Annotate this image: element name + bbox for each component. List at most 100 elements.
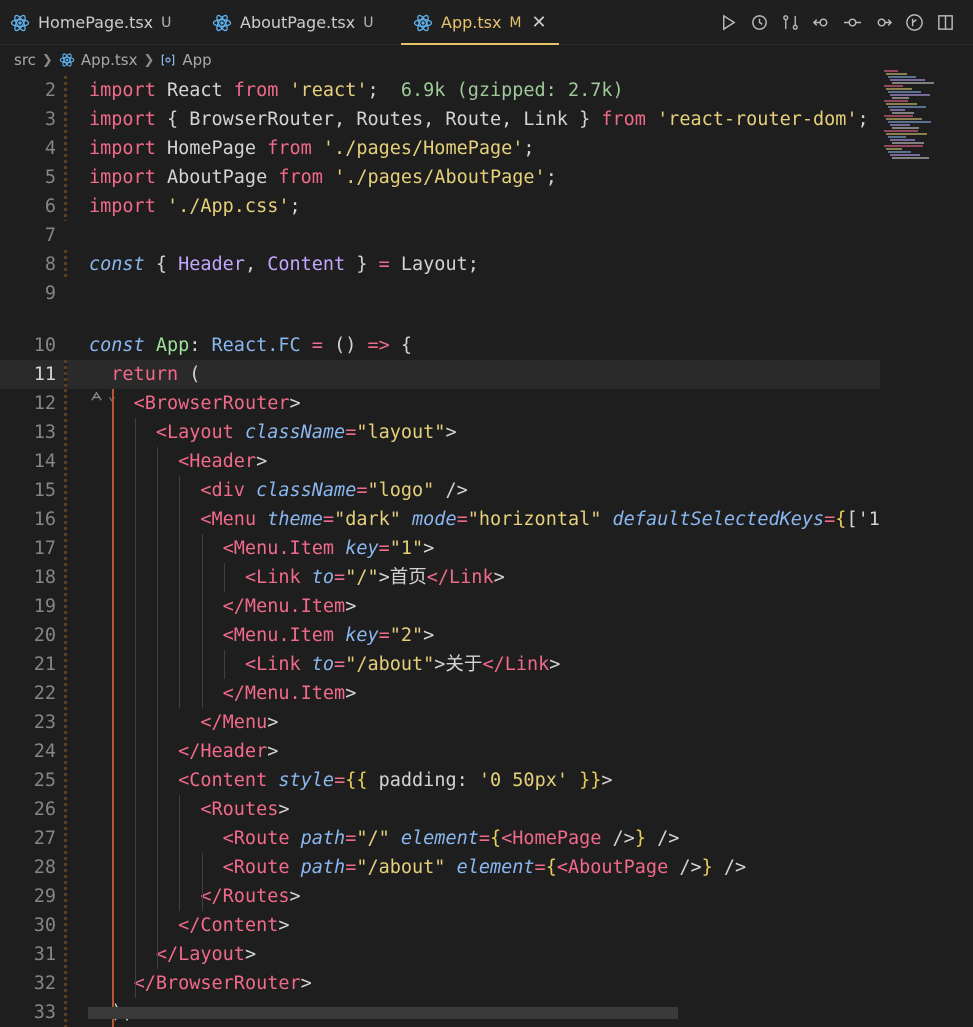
code-text: <Routes> xyxy=(89,795,289,824)
code-line[interactable]: 24 </Header> xyxy=(0,737,880,766)
indent-guide xyxy=(223,650,225,679)
code-token: className xyxy=(256,480,357,501)
split-editor-icon[interactable] xyxy=(936,13,955,32)
run-icon[interactable] xyxy=(719,13,738,32)
code-line[interactable]: 3 import { BrowserRouter, Routes, Route, … xyxy=(0,105,880,134)
code-line[interactable]: 16 <Menu theme="dark" mode="horizontal" … xyxy=(0,505,880,534)
breadcrumb-file[interactable]: App.tsx xyxy=(81,51,138,69)
code-token: Layout; xyxy=(400,254,479,275)
code-line[interactable]: 23 </Menu> xyxy=(0,708,880,737)
code-text: <Layout className="layout"> xyxy=(89,418,457,447)
code-token: = xyxy=(345,828,357,849)
minimap-line xyxy=(886,148,902,150)
code-line[interactable]: 30 </Content> xyxy=(0,911,880,940)
code-line[interactable]: 11 return ( xyxy=(0,360,880,389)
indent-guide xyxy=(179,476,181,708)
code-line[interactable]: 8 const { Header, Content } = Layout; xyxy=(0,250,880,279)
code-token: ['1 xyxy=(846,509,880,530)
commit-icon[interactable] xyxy=(843,13,862,32)
git-graph-icon[interactable] xyxy=(905,13,924,32)
code-token: "/" xyxy=(356,828,401,849)
code-token: /> xyxy=(679,857,702,878)
code-editor[interactable]: ⌄ 2import React from 'react'; 6.9k (gzip… xyxy=(0,76,973,1027)
go-forward-icon[interactable] xyxy=(874,13,893,32)
code-line[interactable]: 29 </Routes> xyxy=(0,882,880,911)
close-icon[interactable]: ✕ xyxy=(532,12,547,33)
minimap-line xyxy=(888,136,906,138)
breadcrumb-folder[interactable]: src xyxy=(14,51,36,69)
code-line[interactable]: 25 <Content style={{ padding: '0 50px' }… xyxy=(0,766,880,795)
minimap-line xyxy=(892,82,934,84)
code-token: './pages/HomePage' xyxy=(322,138,524,159)
minimap-line xyxy=(890,154,920,156)
breadcrumb: src ❯ App.tsx ❯ App xyxy=(14,47,212,73)
code-text: </Routes> xyxy=(89,882,300,911)
code-line[interactable]: 21 <Link to="/about">关于</Link> xyxy=(0,650,880,679)
code-token: </Menu xyxy=(200,712,268,733)
tab-aboutpage[interactable]: AboutPage.tsx U xyxy=(212,0,373,45)
git-change-marker xyxy=(64,389,67,1027)
code-line[interactable]: 31 </Layout> xyxy=(0,940,880,969)
code-line[interactable]: 5 import AboutPage from './pages/AboutPag… xyxy=(0,163,880,192)
minimap-line xyxy=(890,109,905,111)
code-token: "logo" xyxy=(367,480,435,501)
code-line[interactable]: 22 </Menu.Item> xyxy=(0,679,880,708)
code-line[interactable]: 7 xyxy=(0,221,880,250)
code-token: element xyxy=(456,857,535,878)
code-token: {{ xyxy=(345,770,379,791)
code-line[interactable]: 17 <Menu.Item key="1"> xyxy=(0,534,880,563)
code-token: <HomePage xyxy=(501,828,613,849)
code-line[interactable]: 9 xyxy=(0,279,880,308)
compare-icon[interactable] xyxy=(781,13,800,32)
code-token: theme xyxy=(267,509,323,530)
code-line[interactable]: 14 <Header> xyxy=(0,447,880,476)
horizontal-scrollbar[interactable] xyxy=(88,1007,678,1019)
code-line[interactable]: 28 <Route path="/about" element={<AboutP… xyxy=(0,853,880,882)
git-change-marker xyxy=(64,360,67,389)
code-line[interactable]: 6 import './App.css'; xyxy=(0,192,880,221)
code-token: </Link xyxy=(482,654,550,675)
code-token: > xyxy=(549,654,561,675)
code-line[interactable]: 26 <Routes> xyxy=(0,795,880,824)
code-line[interactable]: 18 <Link to="/">首页</Link> xyxy=(0,563,880,592)
tab-app[interactable]: App.tsx M ✕ xyxy=(401,0,559,45)
code-token: './App.css' xyxy=(166,196,290,217)
code-token: <Content xyxy=(178,770,279,791)
code-line[interactable]: 13 <Layout className="layout"> xyxy=(0,418,880,447)
line-number: 21 xyxy=(33,654,56,675)
code-text: </Header> xyxy=(89,737,278,766)
line-number: 31 xyxy=(33,944,56,965)
code-token: <Menu.Item xyxy=(222,538,346,559)
tab-homepage[interactable]: HomePage.tsx U xyxy=(10,0,171,45)
code-token: import xyxy=(89,196,167,217)
code-token: const xyxy=(89,254,156,275)
code-line[interactable]: 27 <Route path="/" element={<HomePage />… xyxy=(0,824,880,853)
code-line[interactable]: 19 </Menu.Item> xyxy=(0,592,880,621)
code-line[interactable]: 10 const App: React.FC = () => { xyxy=(0,331,880,360)
code-line[interactable]: 32 </BrowserRouter> xyxy=(0,969,880,998)
minimap-line xyxy=(884,115,913,117)
code-line[interactable]: 2 import React from 'react'; 6.9k (gzippe… xyxy=(0,76,880,105)
code-text: </Menu.Item> xyxy=(89,679,357,708)
react-icon xyxy=(10,14,30,31)
indent-guide xyxy=(201,853,203,911)
code-line[interactable]: 15 <div className="logo" /> xyxy=(0,476,880,505)
timeline-icon[interactable] xyxy=(750,13,769,32)
code-line[interactable]: 4 import HomePage from './pages/HomePage'… xyxy=(0,134,880,163)
minimap-line xyxy=(888,106,926,108)
line-number: 22 xyxy=(33,683,56,704)
code-token: { BrowserRouter, Routes, Route, Link } xyxy=(166,109,602,130)
line-number: 25 xyxy=(33,770,56,791)
breadcrumb-symbol[interactable]: App xyxy=(182,51,211,69)
code-line[interactable]: 20 <Menu.Item key="2"> xyxy=(0,621,880,650)
go-back-icon[interactable] xyxy=(812,13,831,32)
minimap[interactable] xyxy=(880,70,950,170)
code-token: "/about" xyxy=(356,857,457,878)
code-line[interactable]: 12 <BrowserRouter> xyxy=(0,389,880,418)
code-text: <Link to="/">首页</Link> xyxy=(89,563,505,592)
code-token: > xyxy=(278,915,290,936)
